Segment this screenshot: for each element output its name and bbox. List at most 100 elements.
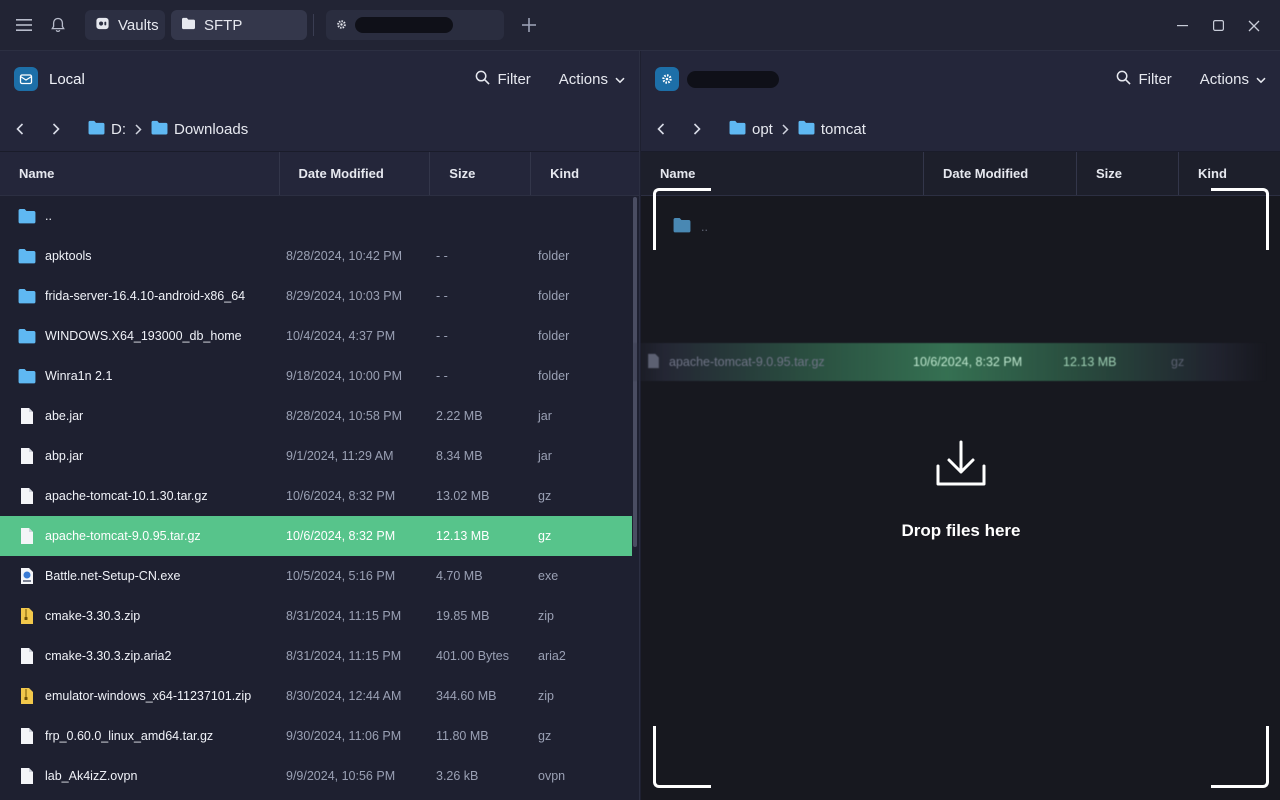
- breadcrumb-downloads[interactable]: Downloads: [151, 120, 248, 139]
- folder-icon: [18, 248, 36, 264]
- drop-zone-corner: [1211, 188, 1269, 250]
- file-kind: gz: [538, 489, 552, 503]
- table-row[interactable]: emulator-windows_x64-11237101.zip 8/30/20…: [0, 676, 639, 716]
- forward-icon[interactable]: [52, 123, 88, 135]
- tab-host[interactable]: [326, 10, 504, 40]
- folder-icon: [18, 208, 36, 224]
- download-icon: [935, 438, 987, 495]
- file-kind: folder: [538, 249, 570, 263]
- maximize-icon[interactable]: [1200, 8, 1236, 44]
- table-row[interactable]: lab_Ak4izZ.ovpn 9/9/2024, 10:56 PM 3.26 kB…: [0, 756, 639, 796]
- file-name: apache-tomcat-10.1.30.tar.gz: [45, 489, 208, 503]
- chevron-right-icon: [782, 123, 789, 135]
- file-name: Winra1n 2.1: [45, 369, 113, 383]
- remote-actions-button[interactable]: Actions: [1200, 71, 1266, 88]
- search-icon: [1116, 70, 1132, 89]
- file-kind: zip: [538, 609, 554, 623]
- file-kind: folder: [538, 329, 570, 343]
- search-icon: [475, 70, 491, 89]
- file-size: - -: [436, 329, 448, 343]
- chevron-down-icon: [1256, 71, 1266, 88]
- tab-sftp-label: SFTP: [204, 16, 243, 34]
- table-row[interactable]: apktools 8/28/2024, 10:42 PM - - folder: [0, 236, 639, 276]
- table-row[interactable]: frida-server-16.4.10-android-x86_64 8/29/…: [0, 276, 639, 316]
- tab-vaults[interactable]: Vaults: [85, 10, 165, 40]
- chevron-right-icon: [135, 123, 142, 135]
- minimize-icon[interactable]: [1164, 8, 1200, 44]
- remote-actions-label: Actions: [1199, 70, 1249, 88]
- column-name[interactable]: Name: [0, 152, 280, 195]
- table-row[interactable]: apache-tomcat-10.1.30.tar.gz 10/6/2024, 8…: [0, 476, 639, 516]
- gear-icon: [336, 17, 347, 34]
- file-kind: exe: [538, 569, 559, 583]
- file-icon: [18, 407, 36, 425]
- remote-parent-label: ..: [701, 219, 708, 234]
- table-row[interactable]: cmake-3.30.3.zip 8/31/2024, 11:15 PM 19.85…: [0, 596, 639, 636]
- file-size: 3.26 kB: [436, 769, 479, 783]
- file-name: abe.jar: [45, 409, 84, 423]
- file-size: 2.22 MB: [436, 409, 483, 423]
- tab-sftp[interactable]: SFTP: [171, 10, 307, 40]
- folder-icon: [181, 17, 196, 34]
- table-row[interactable]: WINDOWS.X64_193000_db_home 10/4/2024, 4:3…: [0, 316, 639, 356]
- local-pane-title: Local: [49, 70, 85, 88]
- forward-icon[interactable]: [693, 123, 729, 135]
- file-date: 9/9/2024, 10:56 PM: [286, 769, 396, 783]
- table-row[interactable]: ..: [0, 196, 639, 236]
- column-size[interactable]: Size: [430, 152, 532, 195]
- table-row[interactable]: abe.jar 8/28/2024, 10:58 PM 2.22 MB jar: [0, 396, 639, 436]
- drop-zone-corner: [1211, 726, 1269, 788]
- column-kind[interactable]: Kind: [531, 152, 639, 195]
- table-row[interactable]: Battle.net-Setup-CN.exe 10/5/2024, 5:16 P…: [0, 556, 639, 596]
- remote-parent-row[interactable]: ..: [673, 217, 708, 236]
- file-size: 4.70 MB: [436, 569, 483, 583]
- breadcrumb-drive[interactable]: D:: [88, 120, 126, 139]
- drag-file-date: 10/6/2024, 8:32 PM: [913, 355, 1023, 369]
- drag-file-size: 12.13 MB: [1063, 355, 1117, 369]
- sftp-app: Vaults SFTP Local Filter Actions D: Down…: [0, 0, 1280, 800]
- remote-pane-header: Filter Actions: [641, 51, 1280, 107]
- close-icon[interactable]: [1236, 8, 1272, 44]
- remote-filter-button[interactable]: Filter: [1116, 70, 1172, 89]
- zip-file-icon: [18, 607, 36, 625]
- breadcrumb-opt[interactable]: opt: [729, 120, 773, 139]
- vault-icon: [95, 16, 110, 35]
- back-icon[interactable]: [657, 123, 693, 135]
- file-size: - -: [436, 369, 448, 383]
- tab-divider: [313, 14, 314, 36]
- remote-pane: Filter Actions opt tomcat Name Date Modi…: [627, 51, 1280, 800]
- file-date: 10/6/2024, 8:32 PM: [286, 529, 396, 543]
- column-date-modified[interactable]: Date Modified: [280, 152, 431, 195]
- folder-icon: [88, 120, 105, 139]
- file-icon: [18, 647, 36, 665]
- table-row-selected[interactable]: apache-tomcat-9.0.95.tar.gz 10/6/2024, 8:…: [0, 516, 632, 556]
- tab-vaults-label: Vaults: [118, 16, 159, 34]
- local-actions-button[interactable]: Actions: [559, 71, 625, 88]
- add-tab-icon[interactable]: [512, 8, 546, 42]
- local-pane-header: Local Filter Actions: [0, 51, 639, 107]
- redacted-remote-host: [687, 70, 779, 88]
- table-row[interactable]: Winra1n 2.1 9/18/2024, 10:00 PM - - folder: [0, 356, 639, 396]
- breadcrumb-downloads-label: Downloads: [174, 120, 249, 138]
- file-date: 8/31/2024, 11:15 PM: [286, 609, 402, 623]
- table-row[interactable]: cmake-3.30.3.zip.aria2 8/31/2024, 11:15 P…: [0, 636, 639, 676]
- bell-icon[interactable]: [41, 8, 75, 42]
- file-kind: ovpn: [538, 769, 566, 783]
- drop-zone[interactable]: .. apache-tomcat-9.0.95.tar.gz 10/6/2024…: [627, 188, 1269, 788]
- file-size: 344.60 MB: [436, 689, 497, 703]
- local-host-icon: [14, 67, 38, 91]
- back-icon[interactable]: [16, 123, 52, 135]
- file-date: 8/31/2024, 11:15 PM: [286, 649, 402, 663]
- breadcrumb-tomcat[interactable]: tomcat: [798, 120, 866, 139]
- window-controls: [1164, 0, 1280, 51]
- local-filter-button[interactable]: Filter: [475, 70, 531, 89]
- local-breadcrumb: D: Downloads: [0, 107, 639, 151]
- zip-file-icon: [18, 687, 36, 705]
- table-row[interactable]: abp.jar 9/1/2024, 11:29 AM 8.34 MB jar: [0, 436, 639, 476]
- file-date: 8/28/2024, 10:58 PM: [286, 409, 403, 423]
- menu-icon[interactable]: [7, 8, 41, 42]
- file-date: 8/30/2024, 12:44 AM: [286, 689, 402, 703]
- drag-file-name: apache-tomcat-9.0.95.tar.gz: [669, 355, 825, 369]
- table-row[interactable]: frp_0.60.0_linux_amd64.tar.gz 9/30/2024, …: [0, 716, 639, 756]
- breadcrumb-opt-label: opt: [752, 120, 773, 138]
